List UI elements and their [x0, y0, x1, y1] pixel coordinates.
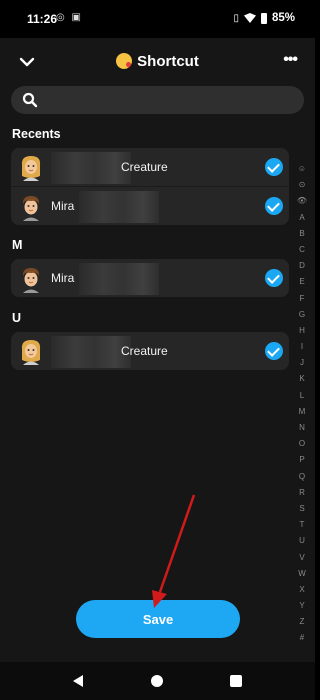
index-letter[interactable]: S	[296, 501, 308, 517]
page-title-text: Shortcut	[137, 53, 199, 70]
index-letter[interactable]: O	[296, 436, 308, 452]
checkmark-icon[interactable]	[265, 342, 283, 360]
index-letter[interactable]: I	[296, 339, 308, 355]
list-item[interactable]: Creature	[11, 148, 289, 186]
m-list: Mira	[11, 259, 289, 297]
index-letter[interactable]: Z	[296, 614, 308, 630]
index-letter[interactable]: B	[296, 226, 308, 242]
index-letter[interactable]: H	[296, 323, 308, 339]
index-letter[interactable]: E	[296, 274, 308, 290]
notification-icons: ◎ ▣	[56, 12, 83, 23]
index-letter[interactable]: 👁	[296, 193, 308, 209]
section-header-u: U	[12, 311, 22, 325]
index-letter[interactable]: Y	[296, 598, 308, 614]
vibrate-icon: ▯	[233, 12, 239, 24]
status-time: 11:26	[27, 12, 58, 26]
u-list: Creature	[11, 332, 289, 370]
index-letter[interactable]: X	[296, 582, 308, 598]
navigation-bar	[0, 662, 315, 700]
index-letter[interactable]: A	[296, 210, 308, 226]
checkmark-icon[interactable]	[265, 197, 283, 215]
screen: 11:26 ◎ ▣ ▯ 85% Shortcut ••• Recents Cre…	[0, 0, 315, 700]
index-letter[interactable]: L	[296, 388, 308, 404]
battery-icon	[260, 12, 267, 24]
status-right: ▯ 85%	[233, 12, 295, 24]
list-item[interactable]: Mira	[11, 186, 289, 225]
shortcut-screen: Shortcut ••• Recents Creature Mira M Mir…	[0, 38, 315, 662]
section-header-recents: Recents	[12, 127, 61, 141]
search-icon	[22, 92, 38, 108]
recents-icon[interactable]	[230, 675, 242, 687]
home-icon[interactable]	[151, 675, 163, 687]
index-letter[interactable]: D	[296, 258, 308, 274]
bitmoji-avatar	[21, 340, 41, 365]
contact-name: Creature	[121, 344, 168, 358]
search-input[interactable]	[43, 90, 297, 112]
checkmark-icon[interactable]	[265, 269, 283, 287]
index-letter[interactable]: #	[296, 630, 308, 646]
contact-name: Mira	[51, 271, 75, 285]
page-title: Shortcut	[0, 53, 315, 70]
redacted-name	[51, 152, 131, 184]
section-header-m: M	[12, 238, 23, 252]
index-letter[interactable]: K	[296, 371, 308, 387]
contact-name: Mira	[51, 199, 75, 213]
index-letter[interactable]: ⊙	[296, 177, 308, 193]
more-options-icon[interactable]: •••	[283, 51, 298, 69]
index-letter[interactable]: G	[296, 307, 308, 323]
index-letter[interactable]: N	[296, 420, 308, 436]
back-icon[interactable]	[73, 675, 83, 687]
index-letter[interactable]: Q	[296, 469, 308, 485]
index-letter[interactable]: P	[296, 452, 308, 468]
save-button[interactable]: Save	[76, 600, 240, 638]
index-letter[interactable]: V	[296, 550, 308, 566]
index-letter[interactable]: U	[296, 533, 308, 549]
battery-percent: 85%	[271, 12, 295, 24]
bitmoji-avatar	[22, 196, 40, 221]
list-item[interactable]: Mira	[11, 259, 289, 297]
list-item[interactable]: Creature	[11, 332, 289, 370]
kiss-emoji-icon	[116, 53, 133, 69]
alphabet-index[interactable]: ☺ ⊙ 👁 A B C D E F G H I J K L M N O P Q R S T U V W X Y Z #	[296, 161, 308, 647]
index-letter[interactable]: R	[296, 485, 308, 501]
header: Shortcut •••	[0, 38, 315, 86]
index-letter[interactable]: C	[296, 242, 308, 258]
redacted-name	[51, 336, 131, 368]
status-bar: 11:26 ◎ ▣ ▯ 85%	[0, 0, 315, 38]
recents-list: Creature Mira	[11, 148, 289, 225]
index-letter[interactable]: M	[296, 404, 308, 420]
index-letter[interactable]: W	[296, 566, 308, 582]
index-letter[interactable]: ☺	[296, 161, 308, 177]
contact-name: Creature	[121, 160, 168, 174]
search-bar[interactable]	[11, 86, 304, 114]
index-letter[interactable]: J	[296, 355, 308, 371]
index-letter[interactable]: T	[296, 517, 308, 533]
redacted-surname	[79, 191, 159, 223]
index-letter[interactable]: F	[296, 291, 308, 307]
bitmoji-avatar	[21, 156, 41, 181]
wifi-icon	[243, 13, 256, 23]
checkmark-icon[interactable]	[265, 158, 283, 176]
redacted-surname	[79, 263, 159, 295]
bitmoji-avatar	[22, 268, 40, 293]
